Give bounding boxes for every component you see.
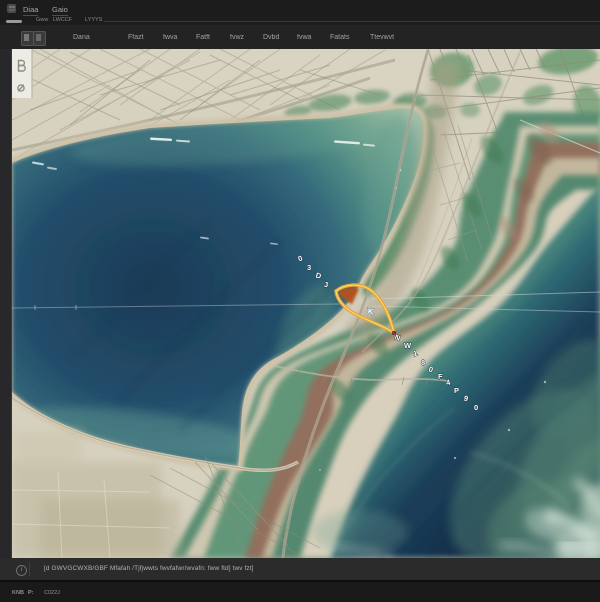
svg-text:J: J [324, 280, 328, 289]
svg-text:3: 3 [307, 263, 311, 272]
svg-text:0: 0 [474, 403, 478, 412]
svg-text:W: W [404, 341, 412, 350]
svg-text:F: F [438, 372, 443, 381]
svg-text:8: 8 [421, 358, 425, 367]
svg-text:P: P [454, 386, 459, 395]
